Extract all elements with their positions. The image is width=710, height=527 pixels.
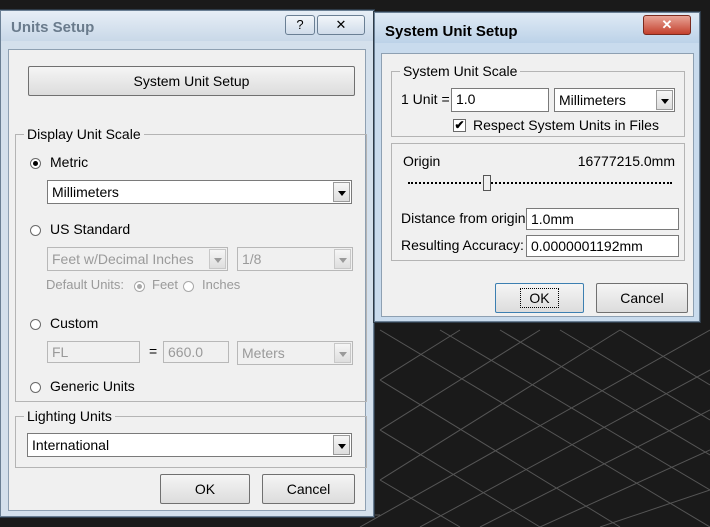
generic-units-label: Generic Units	[50, 378, 135, 394]
system-ok-button[interactable]: OK	[495, 283, 584, 313]
chevron-down-icon[interactable]	[656, 90, 673, 110]
origin-value: 16777215.0mm	[577, 153, 675, 169]
checkmark-icon: ✔	[454, 118, 465, 132]
slider-track	[408, 182, 672, 185]
close-icon: ✕	[661, 17, 673, 32]
cancel-label: Cancel	[286, 481, 331, 497]
system-unit-setup-titlebar[interactable]: System Unit Setup ✕	[375, 13, 699, 43]
origin-slider[interactable]	[408, 172, 672, 194]
fraction-value: 1/8	[242, 251, 262, 267]
system-unit-type-value: Millimeters	[559, 92, 626, 108]
system-ok-label: OK	[520, 288, 559, 308]
system-cancel-label: Cancel	[620, 290, 664, 306]
units-setup-client: System Unit Setup Display Unit Scale Met…	[8, 49, 367, 511]
lighting-units-value: International	[32, 437, 110, 453]
units-setup-titlebar[interactable]: Units Setup ? ✕	[1, 11, 373, 41]
feet-label: Feet	[152, 277, 179, 292]
system-close-button[interactable]: ✕	[643, 15, 691, 35]
respect-system-units-checkbox[interactable]: ✔	[453, 119, 466, 132]
chevron-down-icon[interactable]	[334, 343, 351, 363]
accuracy-field[interactable]: 0.0000001192mm	[526, 235, 679, 257]
ok-label: OK	[194, 481, 216, 497]
chevron-down-icon[interactable]	[333, 182, 350, 202]
us-standard-radio[interactable]	[30, 225, 41, 236]
system-unit-setup-title: System Unit Setup	[385, 23, 518, 40]
system-unit-setup-dialog: System Unit Setup ✕ System Unit Scale 1 …	[374, 12, 700, 322]
metric-unit-dropdown[interactable]: Millimeters	[47, 180, 352, 204]
chevron-down-icon[interactable]	[333, 435, 350, 455]
respect-system-units-label: Respect System Units in Files	[473, 117, 659, 133]
us-unit-dropdown[interactable]: Feet w/Decimal Inches	[47, 247, 228, 271]
us-standard-label: US Standard	[50, 221, 131, 237]
system-unit-type-dropdown[interactable]: Millimeters	[554, 88, 675, 112]
system-unit-setup-button[interactable]: System Unit Setup	[28, 66, 355, 96]
close-icon: ✕	[335, 17, 347, 32]
custom-unit-value: Meters	[242, 345, 285, 361]
custom-equals-label: =	[149, 343, 158, 359]
display-unit-scale-group: Display Unit Scale Metric Millimeters US…	[15, 126, 367, 402]
metric-label: Metric	[50, 154, 89, 170]
metric-unit-value: Millimeters	[52, 184, 119, 200]
system-unit-setup-client: System Unit Scale 1 Unit = 1.0 Millimete…	[381, 53, 694, 317]
custom-label: Custom	[50, 315, 99, 331]
help-icon: ?	[296, 17, 304, 32]
default-units-label: Default Units:	[46, 277, 125, 292]
accuracy-label: Resulting Accuracy:	[401, 237, 524, 253]
slider-thumb[interactable]	[483, 175, 491, 191]
close-button[interactable]: ✕	[317, 15, 365, 35]
chevron-down-icon[interactable]	[334, 249, 351, 269]
feet-radio[interactable]	[134, 281, 145, 292]
units-setup-title: Units Setup	[11, 19, 95, 36]
system-unit-scale-label: System Unit Scale	[400, 63, 521, 79]
distance-label: Distance from origin:	[401, 210, 530, 226]
display-unit-scale-label: Display Unit Scale	[24, 126, 144, 142]
custom-amount-field[interactable]: 660.0	[163, 341, 229, 363]
custom-name-field[interactable]: FL	[47, 341, 140, 363]
system-unit-scale-group: System Unit Scale 1 Unit = 1.0 Millimete…	[391, 63, 685, 137]
inches-label: Inches	[202, 277, 241, 292]
origin-group: Origin 16777215.0mm Distance from origin…	[391, 143, 685, 261]
help-button[interactable]: ?	[285, 15, 315, 35]
us-unit-value: Feet w/Decimal Inches	[52, 251, 194, 267]
fraction-dropdown[interactable]: 1/8	[237, 247, 353, 271]
custom-radio[interactable]	[30, 319, 41, 330]
origin-label: Origin	[403, 153, 441, 169]
chevron-down-icon[interactable]	[209, 249, 226, 269]
metric-radio[interactable]	[30, 158, 41, 169]
generic-units-radio[interactable]	[30, 382, 41, 393]
lighting-units-group: Lighting Units International	[15, 408, 367, 468]
unit-value-field[interactable]: 1.0	[451, 88, 549, 112]
lighting-units-label: Lighting Units	[24, 408, 115, 424]
units-setup-dialog: Units Setup ? ✕ System Unit Setup Displa…	[0, 10, 374, 517]
unit-equals-label: 1 Unit =	[401, 91, 450, 107]
ok-button[interactable]: OK	[160, 474, 250, 504]
cancel-button[interactable]: Cancel	[262, 474, 355, 504]
lighting-units-dropdown[interactable]: International	[27, 433, 352, 457]
system-cancel-button[interactable]: Cancel	[596, 283, 688, 313]
custom-unit-dropdown[interactable]: Meters	[237, 341, 353, 365]
inches-radio[interactable]	[183, 281, 194, 292]
system-unit-setup-label: System Unit Setup	[133, 73, 250, 89]
distance-field[interactable]: 1.0mm	[526, 208, 679, 230]
